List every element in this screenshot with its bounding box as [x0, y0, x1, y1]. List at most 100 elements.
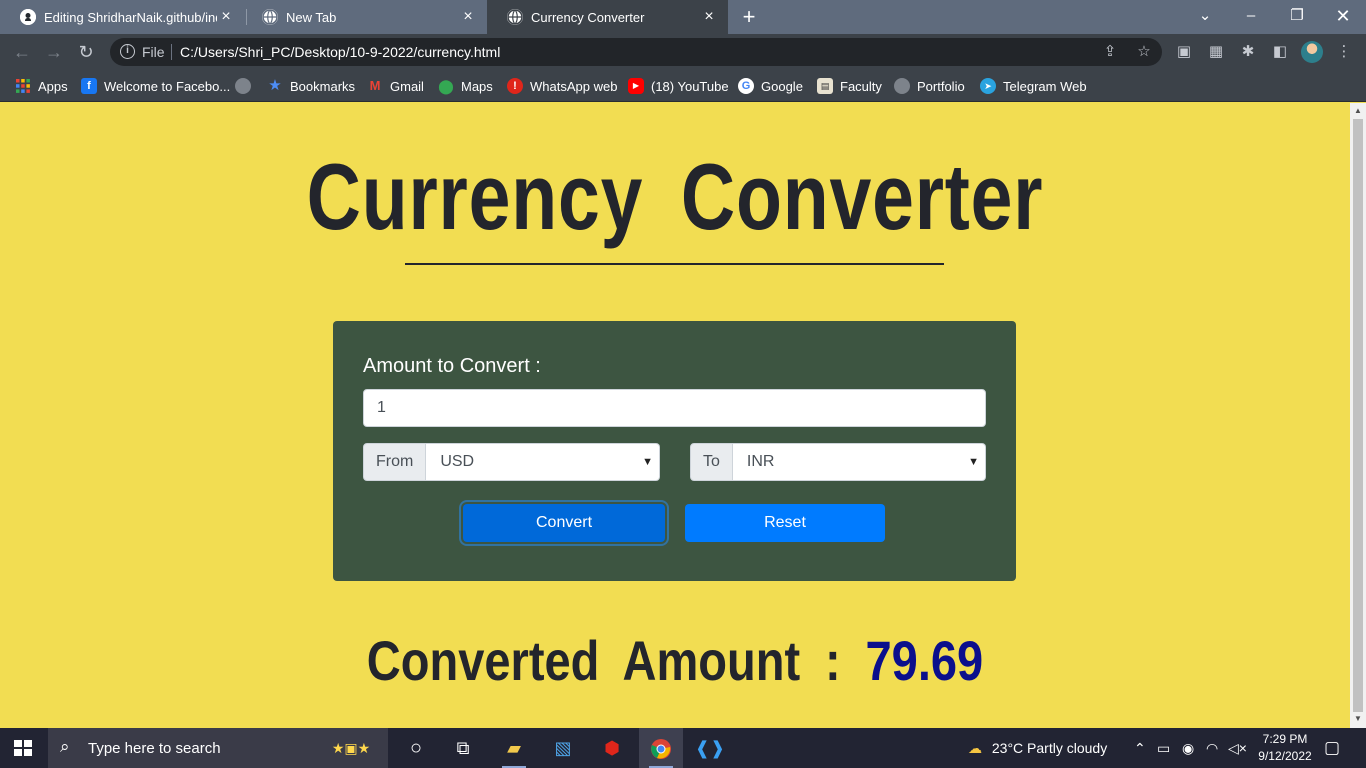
windows-taskbar: ⌕ Type here to search ★▣★ ○ ⧉ ▰ ▧ ⬢ ❰❱ ☁… [0, 728, 1366, 768]
converted-amount: Converted Amount : 79.69 [108, 628, 1242, 693]
avatar[interactable] [1301, 41, 1323, 63]
globe-icon [894, 78, 910, 94]
tab-strip: Editing ShridharNaik.github/inde × New T… [0, 0, 1366, 34]
gmail-icon: M [369, 78, 381, 93]
github-icon [20, 9, 36, 25]
restore-icon[interactable]: ❐ [1274, 0, 1320, 34]
tab-currency-converter[interactable]: Currency Converter × [487, 0, 728, 34]
battery-icon[interactable]: ▭ [1157, 728, 1170, 768]
meet-icon[interactable]: ◉ [1182, 728, 1194, 768]
tab-title: New Tab [286, 9, 337, 25]
bookmark-label: WhatsApp web [530, 78, 618, 94]
from-currency-value: USD [440, 453, 475, 470]
minimize-icon[interactable]: – [1228, 0, 1274, 34]
weather-icon: ☁ [968, 740, 982, 756]
extension-icon[interactable]: ▣ [1174, 42, 1194, 62]
scroll-up-icon[interactable]: ▲ [1353, 106, 1363, 116]
volume-muted-icon[interactable]: ◁× [1228, 728, 1247, 768]
tab-search-chevron-icon[interactable]: ⌄ [1182, 0, 1228, 34]
bookmark-portfolio[interactable]: Portfolio [894, 76, 965, 96]
file-explorer-icon[interactable]: ▰ [492, 728, 536, 768]
tab-title: Editing ShridharNaik.github/inde [44, 9, 217, 25]
bookmark-label: Maps [461, 78, 493, 94]
amount-input[interactable]: 1 [363, 389, 986, 427]
bookmark-globe[interactable] [235, 76, 258, 96]
bookmark-apps[interactable]: Apps [15, 76, 68, 96]
to-currency-value: INR [746, 453, 775, 470]
bookmark-label: (18) YouTube [651, 78, 729, 94]
bookmark-label: Bookmarks [290, 78, 356, 94]
to-currency-select[interactable]: INR ▼ [732, 443, 986, 481]
bookmark-youtube[interactable]: ▶ (18) YouTube [628, 76, 729, 96]
close-tab-icon[interactable]: × [217, 8, 235, 26]
maps-pin-icon: ⬤ [438, 78, 454, 94]
bookmark-label: Welcome to Facebo... [104, 78, 231, 94]
from-currency-select[interactable]: USD ▼ [426, 443, 660, 481]
bookmark-star-icon[interactable]: ☆ [1134, 42, 1154, 62]
scroll-down-icon[interactable]: ▼ [1353, 714, 1363, 724]
vscode-icon[interactable]: ❰❱ [688, 728, 732, 768]
clock-date: 9/12/2022 [1258, 749, 1312, 763]
close-tab-icon[interactable]: × [700, 8, 718, 26]
notifications-icon[interactable]: ▢ [1324, 728, 1340, 768]
weather-widget[interactable]: ☁ 23°C Partly cloudy [968, 728, 1107, 768]
bookmark-label: Google [761, 78, 803, 94]
show-hidden-icons-icon[interactable]: ⌃ [1134, 728, 1146, 768]
close-window-icon[interactable]: ✕ [1320, 0, 1366, 34]
acrobat-icon[interactable]: ⬢ [590, 728, 634, 768]
whatsapp-icon: ! [507, 78, 523, 94]
clock-time: 7:29 PM [1262, 732, 1308, 746]
forward-icon[interactable]: → [41, 39, 67, 65]
back-icon[interactable]: ← [9, 39, 35, 65]
search-highlight-icon: ★▣★ [331, 740, 371, 756]
bookmark-gmail[interactable]: M Gmail [367, 76, 424, 96]
info-icon[interactable]: i [120, 44, 135, 59]
star-icon: ★ [268, 77, 282, 94]
bookmark-google[interactable]: G Google [738, 76, 803, 96]
cortana-icon[interactable]: ○ [394, 728, 438, 768]
bookmark-telegram[interactable]: ➤ Telegram Web [980, 76, 1087, 96]
photos-icon[interactable]: ▧ [541, 728, 585, 768]
browser-toolbar: ← → ↻ i File C:/Users/Shri_PC/Desktop/10… [0, 34, 1366, 70]
bookmark-label: Apps [38, 78, 68, 94]
telegram-icon: ➤ [980, 78, 996, 94]
puzzle-extensions-icon[interactable]: ✱ [1238, 42, 1258, 62]
convert-button[interactable]: Convert [463, 504, 665, 542]
wifi-icon[interactable]: ◠ [1206, 728, 1218, 768]
task-view-icon[interactable]: ⧉ [441, 728, 485, 768]
tab-github[interactable]: Editing ShridharNaik.github/inde × [0, 0, 245, 34]
from-label: From [363, 443, 427, 481]
taskbar-search[interactable]: ⌕ Type here to search ★▣★ [48, 728, 388, 768]
bookmark-label: Faculty [840, 78, 882, 94]
result-value: 79.69 [865, 629, 984, 692]
side-panel-icon[interactable]: ◧ [1270, 42, 1290, 62]
chevron-down-icon: ▼ [642, 456, 653, 468]
extension-icon[interactable]: ▦ [1206, 42, 1226, 62]
to-label: To [690, 443, 733, 481]
close-tab-icon[interactable]: × [459, 8, 477, 26]
new-tab-button[interactable]: + [738, 4, 760, 30]
bookmark-maps[interactable]: ⬤ Maps [438, 76, 493, 96]
bookmark-bookmarks[interactable]: ★ Bookmarks [267, 76, 355, 96]
facebook-icon: f [81, 78, 97, 94]
reset-button[interactable]: Reset [685, 504, 885, 542]
windows-start-icon[interactable] [14, 740, 32, 756]
apps-grid-icon [15, 78, 31, 94]
bookmark-faculty[interactable]: ▤ Faculty [817, 76, 882, 96]
chrome-icon[interactable] [639, 728, 683, 768]
amount-label: Amount to Convert : [363, 355, 541, 377]
share-icon[interactable]: ⇪ [1100, 42, 1120, 62]
bookmark-facebook[interactable]: f Welcome to Facebo... [81, 76, 230, 96]
url-text[interactable]: C:/Users/Shri_PC/Desktop/10-9-2022/curre… [180, 44, 500, 60]
system-clock[interactable]: 7:29 PM 9/12/2022 [1250, 731, 1320, 765]
address-bar[interactable]: i File C:/Users/Shri_PC/Desktop/10-9-202… [110, 38, 1162, 66]
scrollbar-thumb[interactable] [1353, 119, 1363, 712]
page-scrollbar[interactable]: ▲ ▼ [1350, 103, 1366, 728]
reload-icon[interactable]: ↻ [73, 39, 99, 65]
tab-new-tab[interactable]: New Tab × [242, 0, 487, 34]
title-underline [405, 263, 944, 265]
menu-kebab-icon[interactable]: ⋮ [1334, 42, 1354, 62]
page-viewport: Currency Converter Amount to Convert : 1… [0, 103, 1350, 728]
globe-icon [235, 78, 251, 94]
bookmark-whatsapp[interactable]: ! WhatsApp web [507, 76, 617, 96]
